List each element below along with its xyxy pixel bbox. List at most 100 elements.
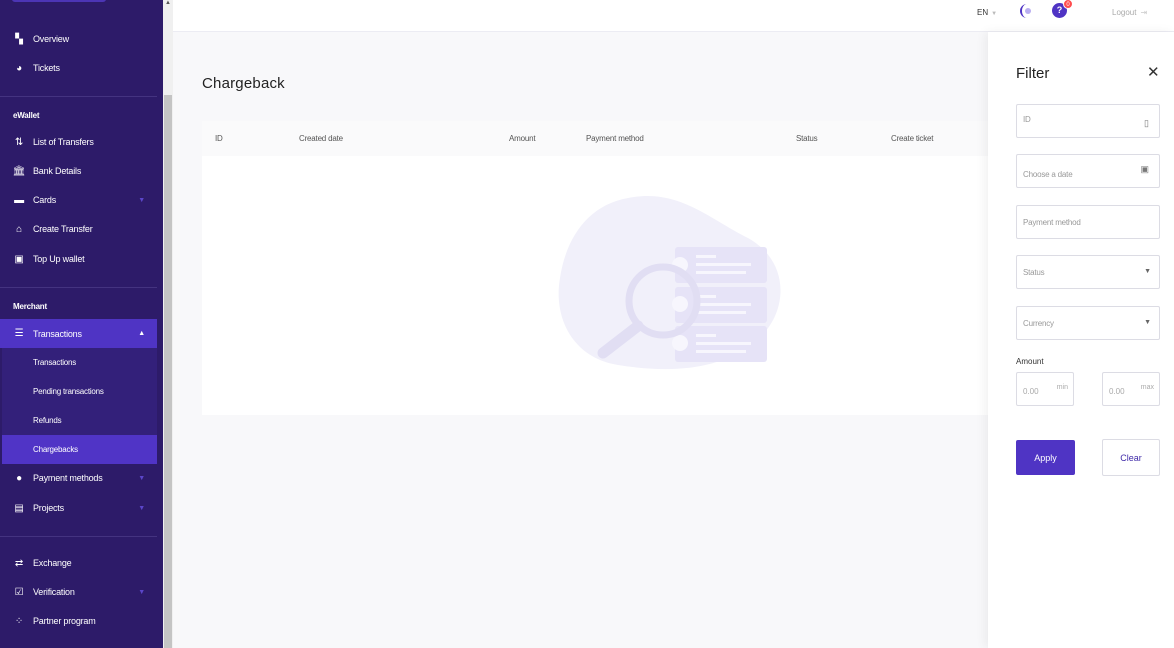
- sidebar-item-label: Verification: [33, 587, 75, 597]
- page-title: Chargeback: [202, 75, 285, 92]
- notification-badge: 0: [1063, 0, 1073, 9]
- status-placeholder: Status: [1023, 268, 1045, 277]
- currency-select[interactable]: Currency ▼: [1016, 306, 1160, 340]
- sidebar-item-bank-details[interactable]: 🏛 Bank Details: [0, 157, 157, 185]
- amount-max-value: 0.00: [1109, 387, 1125, 396]
- wallet-icon: ▣: [14, 253, 24, 265]
- chargeback-table: ID Created date Amount Payment method St…: [202, 121, 992, 415]
- chevron-down-icon: ▼: [1144, 319, 1151, 326]
- amount-label: Amount: [1016, 357, 1044, 366]
- sidebar: ▚ Overview ◕ Tickets eWallet ⇅ List of T…: [0, 0, 163, 648]
- payment-methods-icon: ●: [16, 472, 22, 484]
- status-select[interactable]: Status ▼: [1016, 255, 1160, 289]
- sidebar-item-partner-program[interactable]: ⁘ Partner program: [0, 607, 157, 635]
- sidebar-item-overview[interactable]: ▚ Overview: [0, 25, 157, 53]
- amount-max-suffix: max: [1140, 384, 1154, 391]
- sidebar-item-transactions[interactable]: ☰ Transactions ▲: [0, 319, 157, 348]
- sidebar-item-label: Tickets: [33, 63, 60, 73]
- create-transfer-icon: ⌂: [16, 223, 22, 235]
- partner-icon: ⁘: [14, 615, 24, 627]
- column-header-status: Status: [796, 134, 818, 143]
- column-header-amount: Amount: [509, 134, 536, 143]
- chevron-down-icon: ▼: [138, 504, 145, 512]
- sidebar-item-label: List of Transfers: [33, 137, 94, 147]
- id-field[interactable]: ID ▯: [1016, 104, 1160, 138]
- sidebar-item-projects[interactable]: ▤ Projects ▼: [0, 494, 157, 522]
- language-label: EN: [977, 8, 989, 17]
- sidebar-scrollbar[interactable]: ▲: [163, 0, 173, 648]
- chevron-down-icon: ▼: [138, 196, 145, 204]
- sidebar-top-button[interactable]: [12, 0, 106, 2]
- sidebar-item-verification[interactable]: ☑ Verification ▼: [0, 578, 157, 606]
- sidebar-item-label: Overview: [33, 34, 69, 44]
- sidebar-item-list-of-transfers[interactable]: ⇅ List of Transfers: [0, 128, 157, 156]
- exchange-icon: ⇄: [14, 557, 24, 569]
- sidebar-item-top-up-wallet[interactable]: ▣ Top Up wallet: [0, 245, 157, 273]
- sidebar-item-create-transfer[interactable]: ⌂ Create Transfer: [0, 215, 157, 243]
- chevron-down-icon: ▼: [991, 11, 998, 17]
- sidebar-item-label: Projects: [33, 503, 64, 513]
- sidebar-divider: [0, 287, 157, 288]
- sidebar-subitem-refunds[interactable]: Refunds: [2, 406, 157, 435]
- sidebar-item-cards[interactable]: ▬ Cards ▼: [0, 186, 157, 214]
- sidebar-subitem-transactions[interactable]: Transactions: [2, 348, 157, 377]
- language-selector[interactable]: EN ▼: [977, 8, 997, 17]
- sidebar-divider: [0, 96, 157, 97]
- bank-icon: 🏛: [12, 165, 26, 177]
- section-label-merchant: Merchant: [13, 302, 47, 311]
- amount-min-suffix: min: [1056, 384, 1068, 391]
- tickets-icon: ◕: [16, 62, 22, 74]
- sidebar-divider: [0, 536, 157, 537]
- logout-icon: ⇥: [1140, 8, 1148, 17]
- id-icon: ▯: [1144, 118, 1149, 128]
- payment-method-field[interactable]: Payment method: [1016, 205, 1160, 239]
- sidebar-subitem-pending-transactions[interactable]: Pending transactions: [2, 377, 157, 406]
- amount-max-input[interactable]: 0.00 max: [1102, 372, 1160, 406]
- logout-button[interactable]: Logout ⇥: [1112, 8, 1147, 17]
- sidebar-item-label: Partner program: [33, 616, 96, 626]
- sidebar-item-label: Top Up wallet: [33, 254, 85, 264]
- clear-button[interactable]: Clear: [1102, 439, 1160, 476]
- scroll-up-arrow-icon[interactable]: ▲: [165, 0, 171, 6]
- sidebar-item-label: Payment methods: [33, 473, 103, 483]
- amount-min-input[interactable]: 0.00 min: [1016, 372, 1074, 406]
- apply-button[interactable]: Apply: [1016, 440, 1075, 475]
- dashboard-icon: ▚: [15, 33, 23, 45]
- projects-icon: ▤: [14, 502, 24, 514]
- amount-min-value: 0.00: [1023, 387, 1039, 396]
- chevron-down-icon: ▼: [138, 588, 145, 596]
- chevron-up-icon: ▲: [138, 330, 145, 337]
- calendar-icon: ▣: [1140, 164, 1149, 174]
- section-label-ewallet: eWallet: [13, 111, 40, 120]
- filter-panel: Filter ✕ ID ▯ Choose a date ▣ Payment me…: [988, 32, 1174, 648]
- column-header-id: ID: [215, 134, 223, 143]
- sidebar-item-label: Transactions: [33, 328, 82, 339]
- currency-placeholder: Currency: [1023, 319, 1054, 328]
- column-header-create-ticket: Create ticket: [891, 134, 934, 143]
- payment-method-placeholder: Payment method: [1023, 218, 1081, 227]
- top-bar: EN ▼ ? 0 Logout ⇥: [173, 0, 1174, 32]
- sidebar-item-label: Exchange: [33, 558, 72, 568]
- sidebar-item-payment-methods[interactable]: ● Payment methods ▼: [0, 464, 157, 492]
- theme-toggle-icon[interactable]: [1016, 2, 1034, 20]
- chevron-down-icon: ▼: [1144, 268, 1151, 275]
- date-placeholder: Choose a date: [1023, 170, 1073, 179]
- date-picker[interactable]: Choose a date ▣: [1016, 154, 1160, 188]
- scrollbar-thumb[interactable]: [164, 95, 172, 648]
- sidebar-item-label: Cards: [33, 195, 57, 205]
- chevron-down-icon: ▼: [138, 474, 145, 482]
- transfers-icon: ⇅: [14, 136, 24, 148]
- card-icon: ▬: [14, 194, 24, 206]
- column-header-created-date: Created date: [299, 134, 343, 143]
- close-icon[interactable]: ✕: [1147, 64, 1160, 82]
- logout-label: Logout: [1112, 8, 1137, 17]
- id-placeholder: ID: [1023, 115, 1031, 124]
- sidebar-subitem-chargebacks[interactable]: Chargebacks: [2, 435, 157, 464]
- column-header-payment-method: Payment method: [586, 134, 644, 143]
- list-icon: ☰: [14, 328, 24, 339]
- empty-state-illustration: [558, 196, 781, 370]
- sidebar-item-label: Create Transfer: [33, 224, 93, 234]
- sidebar-item-tickets[interactable]: ◕ Tickets: [0, 54, 157, 82]
- filter-title: Filter: [1016, 65, 1050, 82]
- sidebar-item-exchange[interactable]: ⇄ Exchange: [0, 549, 157, 577]
